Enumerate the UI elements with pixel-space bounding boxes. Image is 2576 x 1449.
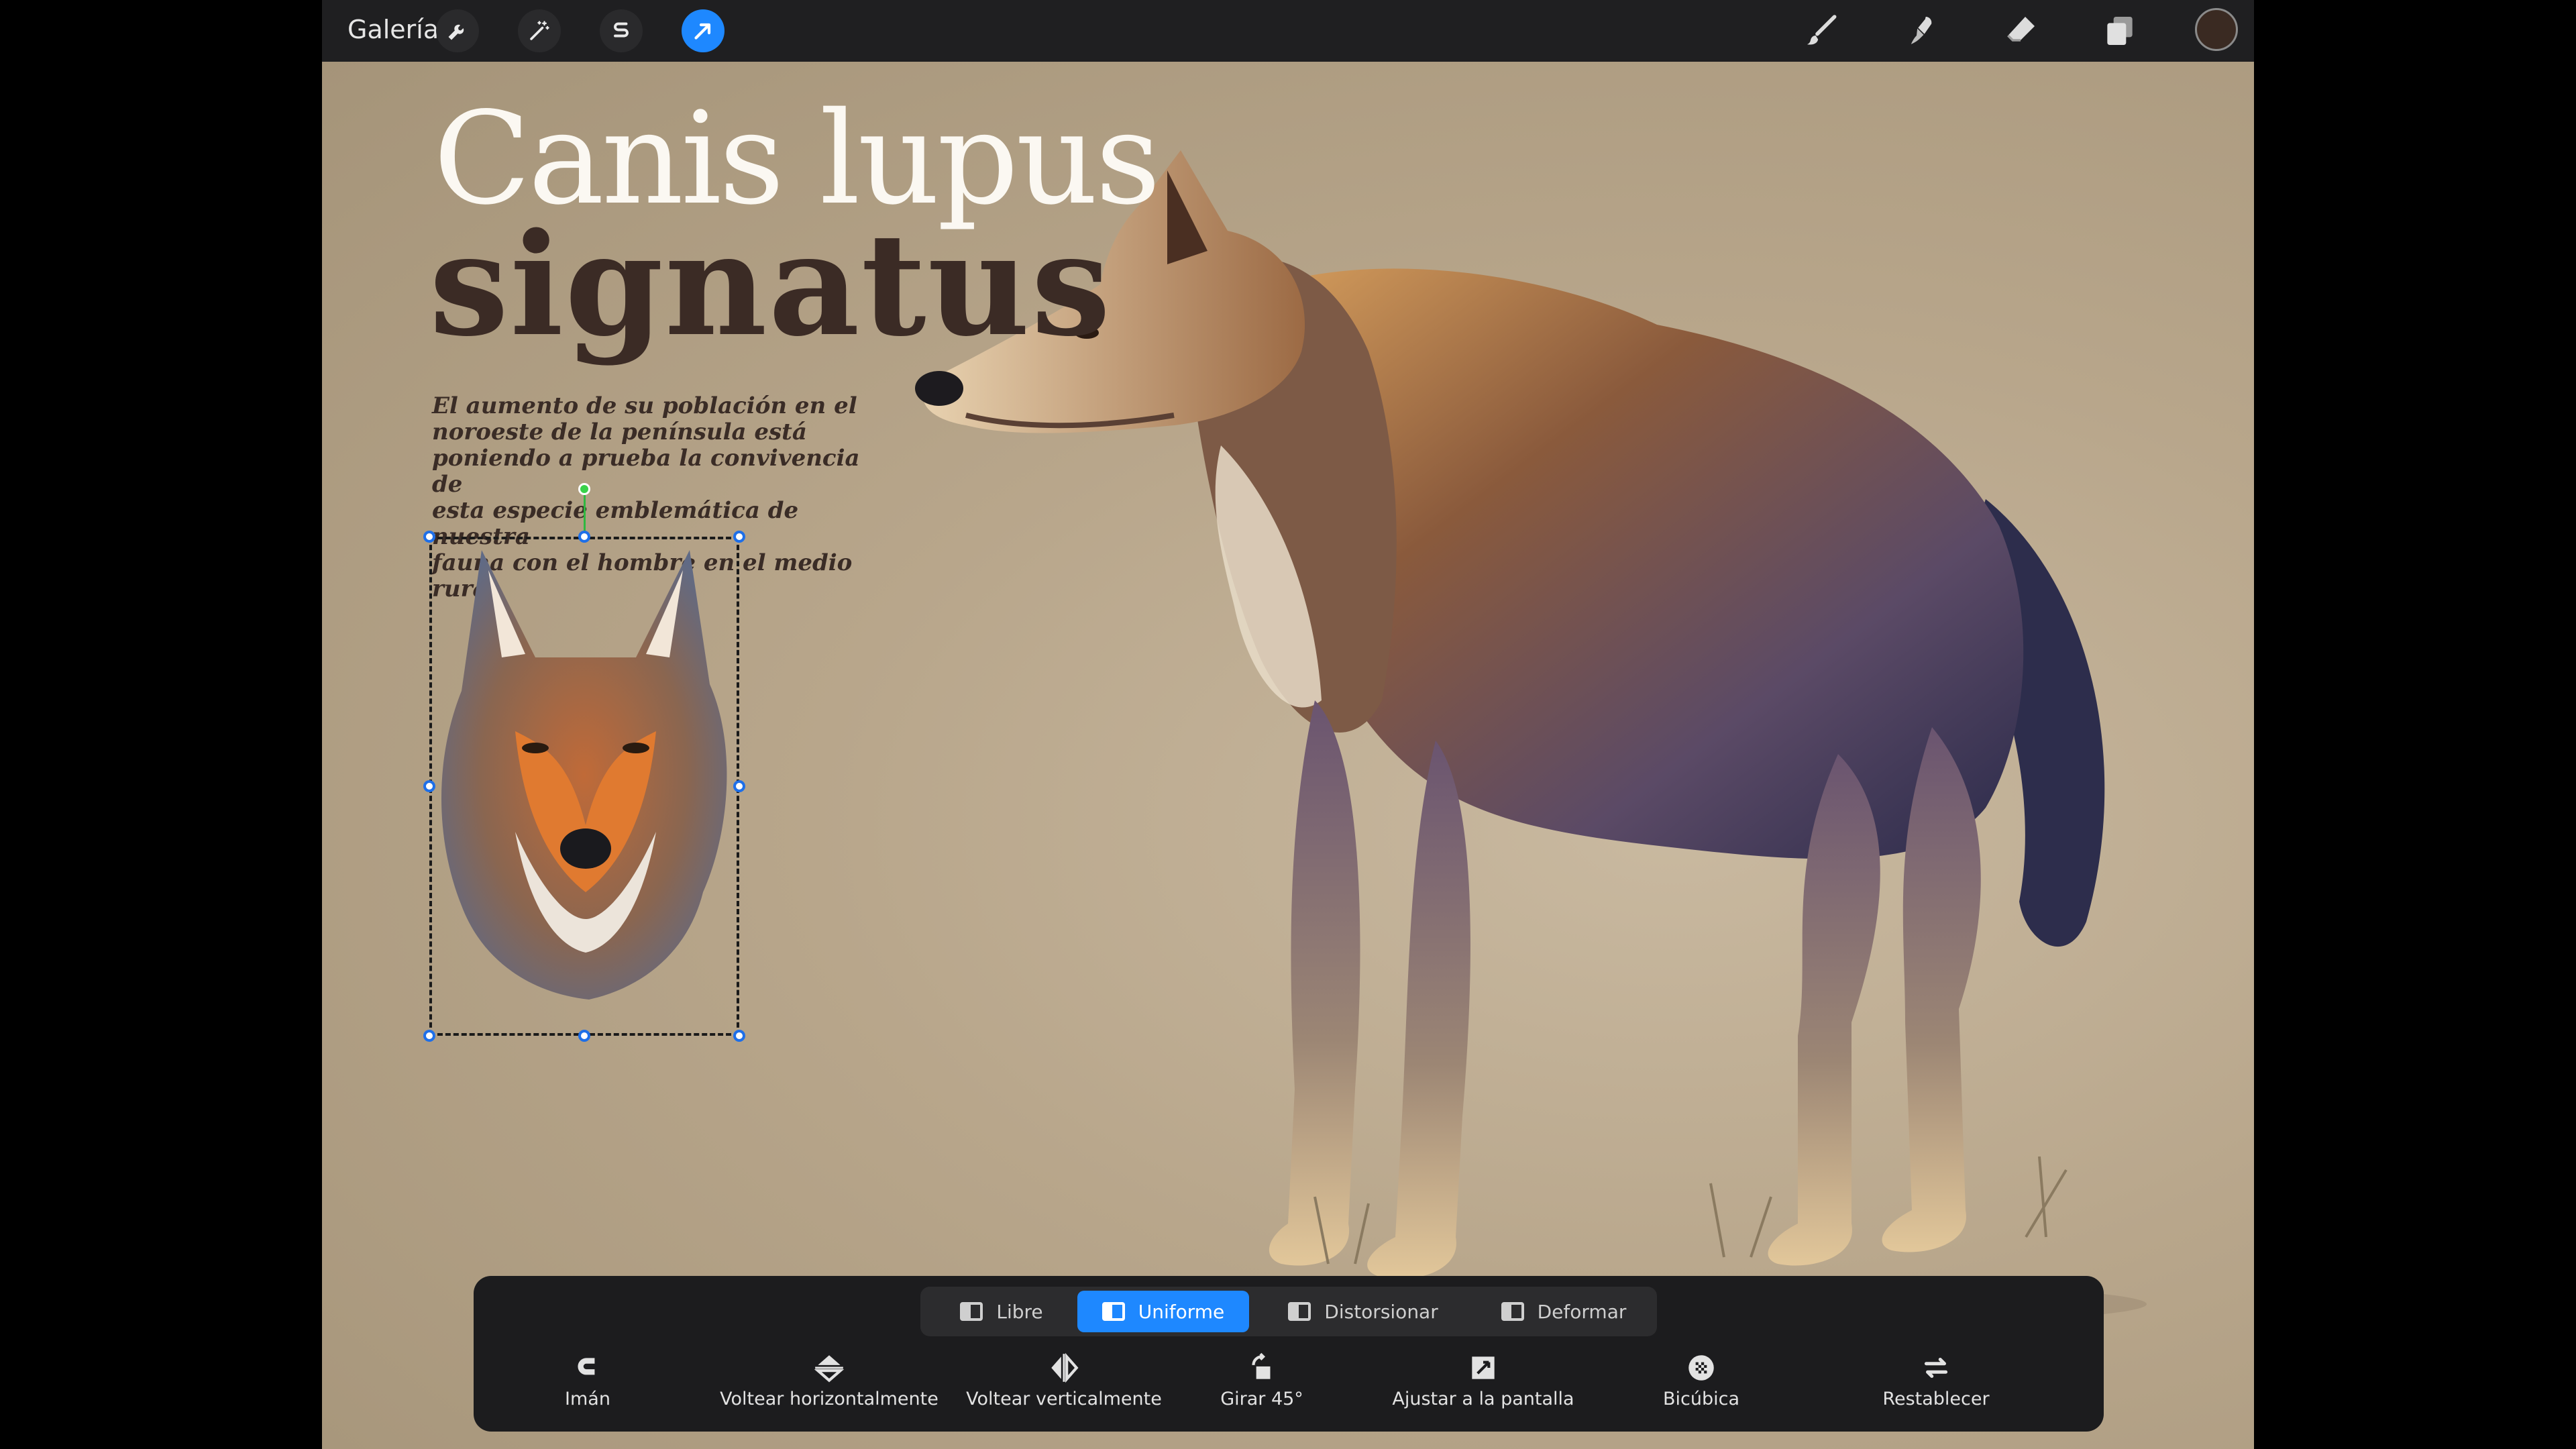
handle-top-left[interactable] bbox=[423, 531, 435, 543]
mode-libre[interactable]: Libre bbox=[924, 1291, 1079, 1332]
eraser-icon[interactable] bbox=[1998, 8, 2043, 54]
handle-bottom-middle[interactable] bbox=[578, 1030, 590, 1042]
mode-uniforme-icon bbox=[1102, 1302, 1125, 1321]
brush-icon[interactable] bbox=[1799, 8, 1845, 54]
canvas[interactable]: Canis lupus signatus El aumento de su po… bbox=[322, 62, 2254, 1449]
paragraph-line: noroeste de la península está bbox=[432, 419, 807, 445]
reset-icon bbox=[1924, 1358, 1948, 1378]
handle-top-middle[interactable] bbox=[578, 531, 590, 543]
procreate-app: Galería Canis lupus signatus El aumento … bbox=[322, 0, 2254, 1449]
transform-selection-box[interactable] bbox=[429, 537, 739, 1036]
reset-button[interactable]: Restablecer bbox=[1862, 1351, 2010, 1424]
top-toolbar: Galería bbox=[322, 0, 2254, 62]
handle-bottom-left[interactable] bbox=[423, 1030, 435, 1042]
transform-panel: Libre Uniforme Distorsionar Deformar Imá… bbox=[474, 1276, 2104, 1432]
mode-deformar-icon bbox=[1501, 1302, 1524, 1321]
mode-label: Uniforme bbox=[1138, 1300, 1225, 1323]
flip-vertical-button[interactable]: Voltear verticalmente bbox=[963, 1351, 1165, 1424]
rotate-icon bbox=[1252, 1352, 1271, 1379]
action-label: Restablecer bbox=[1882, 1389, 1990, 1409]
rotation-line bbox=[584, 491, 586, 534]
smudge-icon[interactable] bbox=[1898, 8, 1944, 54]
mode-label: Distorsionar bbox=[1324, 1300, 1438, 1323]
flip-horizontal-icon bbox=[814, 1355, 845, 1383]
mode-deformar[interactable]: Deformar bbox=[1474, 1291, 1653, 1332]
rotate-45-button[interactable]: Girar 45° bbox=[1205, 1351, 1319, 1424]
action-label: Bicúbica bbox=[1662, 1389, 1739, 1409]
interpolation-icon bbox=[1688, 1355, 1714, 1381]
fit-screen-icon bbox=[1472, 1356, 1495, 1379]
interpolation-button[interactable]: Bicúbica bbox=[1641, 1351, 1762, 1424]
fit-to-screen-button[interactable]: Ajustar a la pantalla bbox=[1373, 1351, 1594, 1424]
layers-icon[interactable] bbox=[2097, 8, 2143, 54]
mode-label: Libre bbox=[996, 1300, 1043, 1323]
mode-distorsionar-icon bbox=[1288, 1302, 1311, 1321]
mode-uniforme[interactable]: Uniforme bbox=[1077, 1291, 1249, 1332]
handle-top-right[interactable] bbox=[733, 531, 745, 543]
magnet-button[interactable]: Imán bbox=[547, 1351, 628, 1424]
action-label: Voltear verticalmente bbox=[966, 1389, 1162, 1409]
action-label: Imán bbox=[565, 1389, 610, 1409]
handle-middle-right[interactable] bbox=[733, 780, 745, 792]
gallery-button[interactable]: Galería bbox=[347, 15, 439, 44]
mode-libre-icon bbox=[960, 1302, 983, 1321]
action-label: Girar 45° bbox=[1220, 1389, 1303, 1409]
handle-middle-left[interactable] bbox=[423, 780, 435, 792]
rotation-handle[interactable] bbox=[578, 483, 590, 495]
paragraph-line: poniendo a prueba la convivencia de bbox=[432, 445, 860, 498]
mode-distorsionar[interactable]: Distorsionar bbox=[1256, 1291, 1470, 1332]
color-swatch[interactable] bbox=[2195, 8, 2238, 51]
magic-wand-icon[interactable] bbox=[518, 9, 561, 52]
magnet-icon bbox=[578, 1358, 595, 1375]
paragraph-line: El aumento de su población en el bbox=[432, 392, 857, 419]
action-label: Ajustar a la pantalla bbox=[1392, 1389, 1574, 1409]
title-line-2: signatus bbox=[429, 202, 1112, 368]
flip-horizontal-button[interactable]: Voltear horizontalmente bbox=[715, 1351, 943, 1424]
flip-vertical-icon bbox=[1051, 1352, 1079, 1383]
mode-label: Deformar bbox=[1537, 1300, 1627, 1323]
wrench-icon[interactable] bbox=[436, 9, 479, 52]
action-label: Voltear horizontalmente bbox=[720, 1389, 938, 1409]
transform-mode-selector: Libre Uniforme Distorsionar Deformar bbox=[920, 1287, 1657, 1336]
transform-arrow-icon[interactable] bbox=[682, 9, 724, 52]
handle-bottom-right[interactable] bbox=[733, 1030, 745, 1042]
selection-s-icon[interactable] bbox=[600, 9, 643, 52]
